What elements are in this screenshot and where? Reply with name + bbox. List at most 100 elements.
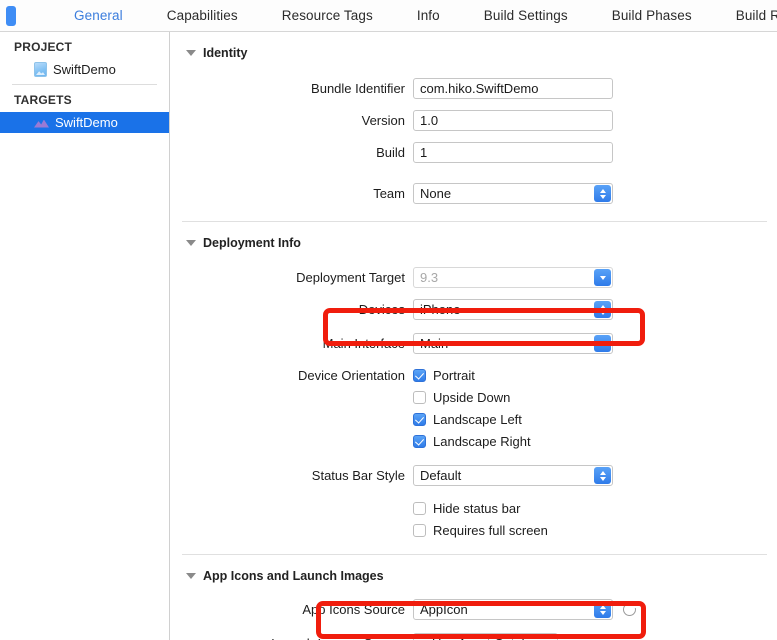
row-build: Build 1 xyxy=(170,142,777,163)
section-header-app-icons[interactable]: App Icons and Launch Images xyxy=(170,555,777,583)
target-editor-tabbar: General Capabilities Resource Tags Info … xyxy=(0,0,777,32)
sidebar-toggle-icon[interactable] xyxy=(6,6,16,26)
sidebar-toggle-bar xyxy=(8,8,14,24)
row-requires-full-screen: Requires full screen xyxy=(170,523,777,538)
label-team: Team xyxy=(170,186,413,201)
sidebar-target-label: SwiftDemo xyxy=(55,115,118,130)
select-team[interactable]: None xyxy=(413,183,613,204)
section-title-identity: Identity xyxy=(203,46,247,60)
row-version: Version 1.0 xyxy=(170,110,777,131)
sidebar-header-project: PROJECT xyxy=(0,32,169,59)
label-launch-images-source: Launch Images Source xyxy=(170,636,413,640)
checkbox-portrait[interactable] xyxy=(413,369,426,382)
input-build[interactable]: 1 xyxy=(413,142,613,163)
label-build: Build xyxy=(170,145,413,160)
row-landscape-right: Landscape Right xyxy=(170,434,777,449)
row-launch-images-source: Launch Images Source Use Asset Catalog xyxy=(170,633,777,640)
tab-info[interactable]: Info xyxy=(395,0,462,31)
label-portrait[interactable]: Portrait xyxy=(433,368,475,383)
chevron-down-icon xyxy=(600,195,606,199)
label-hide-status-bar[interactable]: Hide status bar xyxy=(433,501,520,516)
section-title-deployment-info: Deployment Info xyxy=(203,236,301,250)
checkbox-landscape-right[interactable] xyxy=(413,435,426,448)
disclosure-triangle-icon[interactable] xyxy=(186,50,196,56)
sidebar-header-targets: TARGETS xyxy=(0,85,169,112)
tab-build-phases[interactable]: Build Phases xyxy=(590,0,714,31)
select-main-interface[interactable]: Main xyxy=(413,333,613,354)
label-status-bar-style: Status Bar Style xyxy=(170,468,413,483)
select-status-bar-style-value: Default xyxy=(420,468,461,483)
chevron-down-glyph xyxy=(600,276,606,280)
chevron-up-icon xyxy=(600,189,606,193)
row-main-interface: Main Interface Main xyxy=(170,333,777,354)
section-title-app-icons: App Icons and Launch Images xyxy=(203,569,384,583)
tab-resource-tags[interactable]: Resource Tags xyxy=(260,0,395,31)
row-device-orientation: Device Orientation Portrait xyxy=(170,368,777,383)
row-app-icons-source: App Icons Source AppIcon xyxy=(170,599,777,620)
chevron-updown-icon[interactable] xyxy=(594,301,611,318)
label-landscape-right[interactable]: Landscape Right xyxy=(433,434,531,449)
label-upside-down[interactable]: Upside Down xyxy=(433,390,510,405)
section-header-deployment-info[interactable]: Deployment Info xyxy=(170,222,777,250)
disclosure-triangle-icon[interactable] xyxy=(186,573,196,579)
row-devices: Devices iPhone xyxy=(170,299,777,320)
chevron-down-icon xyxy=(600,477,606,481)
tab-build-rules[interactable]: Build Rules xyxy=(714,0,777,31)
select-team-value: None xyxy=(420,186,451,201)
row-team: Team None xyxy=(170,183,777,204)
chevron-down-icon[interactable] xyxy=(594,335,611,352)
sidebar-item-project-swiftdemo[interactable]: SwiftDemo xyxy=(0,59,169,80)
chevron-updown-icon[interactable] xyxy=(594,467,611,484)
tab-capabilities[interactable]: Capabilities xyxy=(145,0,260,31)
chevron-updown-icon[interactable] xyxy=(594,601,611,618)
chevron-down-icon[interactable] xyxy=(594,269,611,286)
label-devices: Devices xyxy=(170,302,413,317)
row-bundle-identifier: Bundle Identifier com.hiko.SwiftDemo xyxy=(170,78,777,99)
chevron-up-icon xyxy=(600,605,606,609)
tab-build-settings[interactable]: Build Settings xyxy=(462,0,590,31)
checkbox-upside-down[interactable] xyxy=(413,391,426,404)
checkbox-requires-full-screen[interactable] xyxy=(413,524,426,537)
button-use-asset-catalog[interactable]: Use Asset Catalog xyxy=(413,633,558,640)
tab-general[interactable]: General xyxy=(52,0,145,31)
label-deployment-target: Deployment Target xyxy=(170,270,413,285)
label-main-interface: Main Interface xyxy=(170,336,413,351)
input-bundle-identifier[interactable]: com.hiko.SwiftDemo xyxy=(413,78,613,99)
checkbox-landscape-left[interactable] xyxy=(413,413,426,426)
input-version[interactable]: 1.0 xyxy=(413,110,613,131)
row-hide-status-bar: Hide status bar xyxy=(170,501,777,516)
label-requires-full-screen[interactable]: Requires full screen xyxy=(433,523,548,538)
select-app-icons-source[interactable]: AppIcon xyxy=(413,599,613,620)
disclosure-triangle-icon[interactable] xyxy=(186,240,196,246)
row-deployment-target: Deployment Target 9.3 xyxy=(170,267,777,288)
settings-content-pane: Identity Bundle Identifier com.hiko.Swif… xyxy=(170,32,777,640)
section-header-identity[interactable]: Identity xyxy=(170,32,777,60)
tab-list: General Capabilities Resource Tags Info … xyxy=(52,0,777,31)
label-device-orientation: Device Orientation xyxy=(170,368,413,383)
sidebar-item-target-swiftdemo[interactable]: SwiftDemo xyxy=(0,112,169,133)
select-devices[interactable]: iPhone xyxy=(413,299,613,320)
checkbox-hide-status-bar[interactable] xyxy=(413,502,426,515)
xcode-general-settings-window: General Capabilities Resource Tags Info … xyxy=(0,0,777,640)
row-upside-down: Upside Down xyxy=(170,390,777,405)
project-targets-sidebar: PROJECT SwiftDemo TARGETS SwiftDemo xyxy=(0,32,170,640)
select-deployment-target-value: 9.3 xyxy=(420,270,438,285)
label-app-icons-source: App Icons Source xyxy=(170,602,413,617)
row-landscape-left: Landscape Left xyxy=(170,412,777,427)
sidebar-project-label: SwiftDemo xyxy=(53,62,116,77)
select-deployment-target[interactable]: 9.3 xyxy=(413,267,613,288)
chevron-updown-icon[interactable] xyxy=(594,185,611,202)
open-asset-catalog-icon[interactable] xyxy=(623,603,636,616)
select-status-bar-style[interactable]: Default xyxy=(413,465,613,486)
chevron-up-icon xyxy=(600,471,606,475)
select-devices-value: iPhone xyxy=(420,302,460,317)
select-app-icons-source-value: AppIcon xyxy=(420,602,468,617)
label-landscape-left[interactable]: Landscape Left xyxy=(433,412,522,427)
label-version: Version xyxy=(170,113,413,128)
label-bundle-identifier: Bundle Identifier xyxy=(170,81,413,96)
chevron-down-icon xyxy=(600,311,606,315)
select-main-interface-value: Main xyxy=(420,336,448,351)
project-file-icon xyxy=(34,62,47,77)
row-status-bar-style: Status Bar Style Default xyxy=(170,465,777,486)
chevron-up-icon xyxy=(600,305,606,309)
